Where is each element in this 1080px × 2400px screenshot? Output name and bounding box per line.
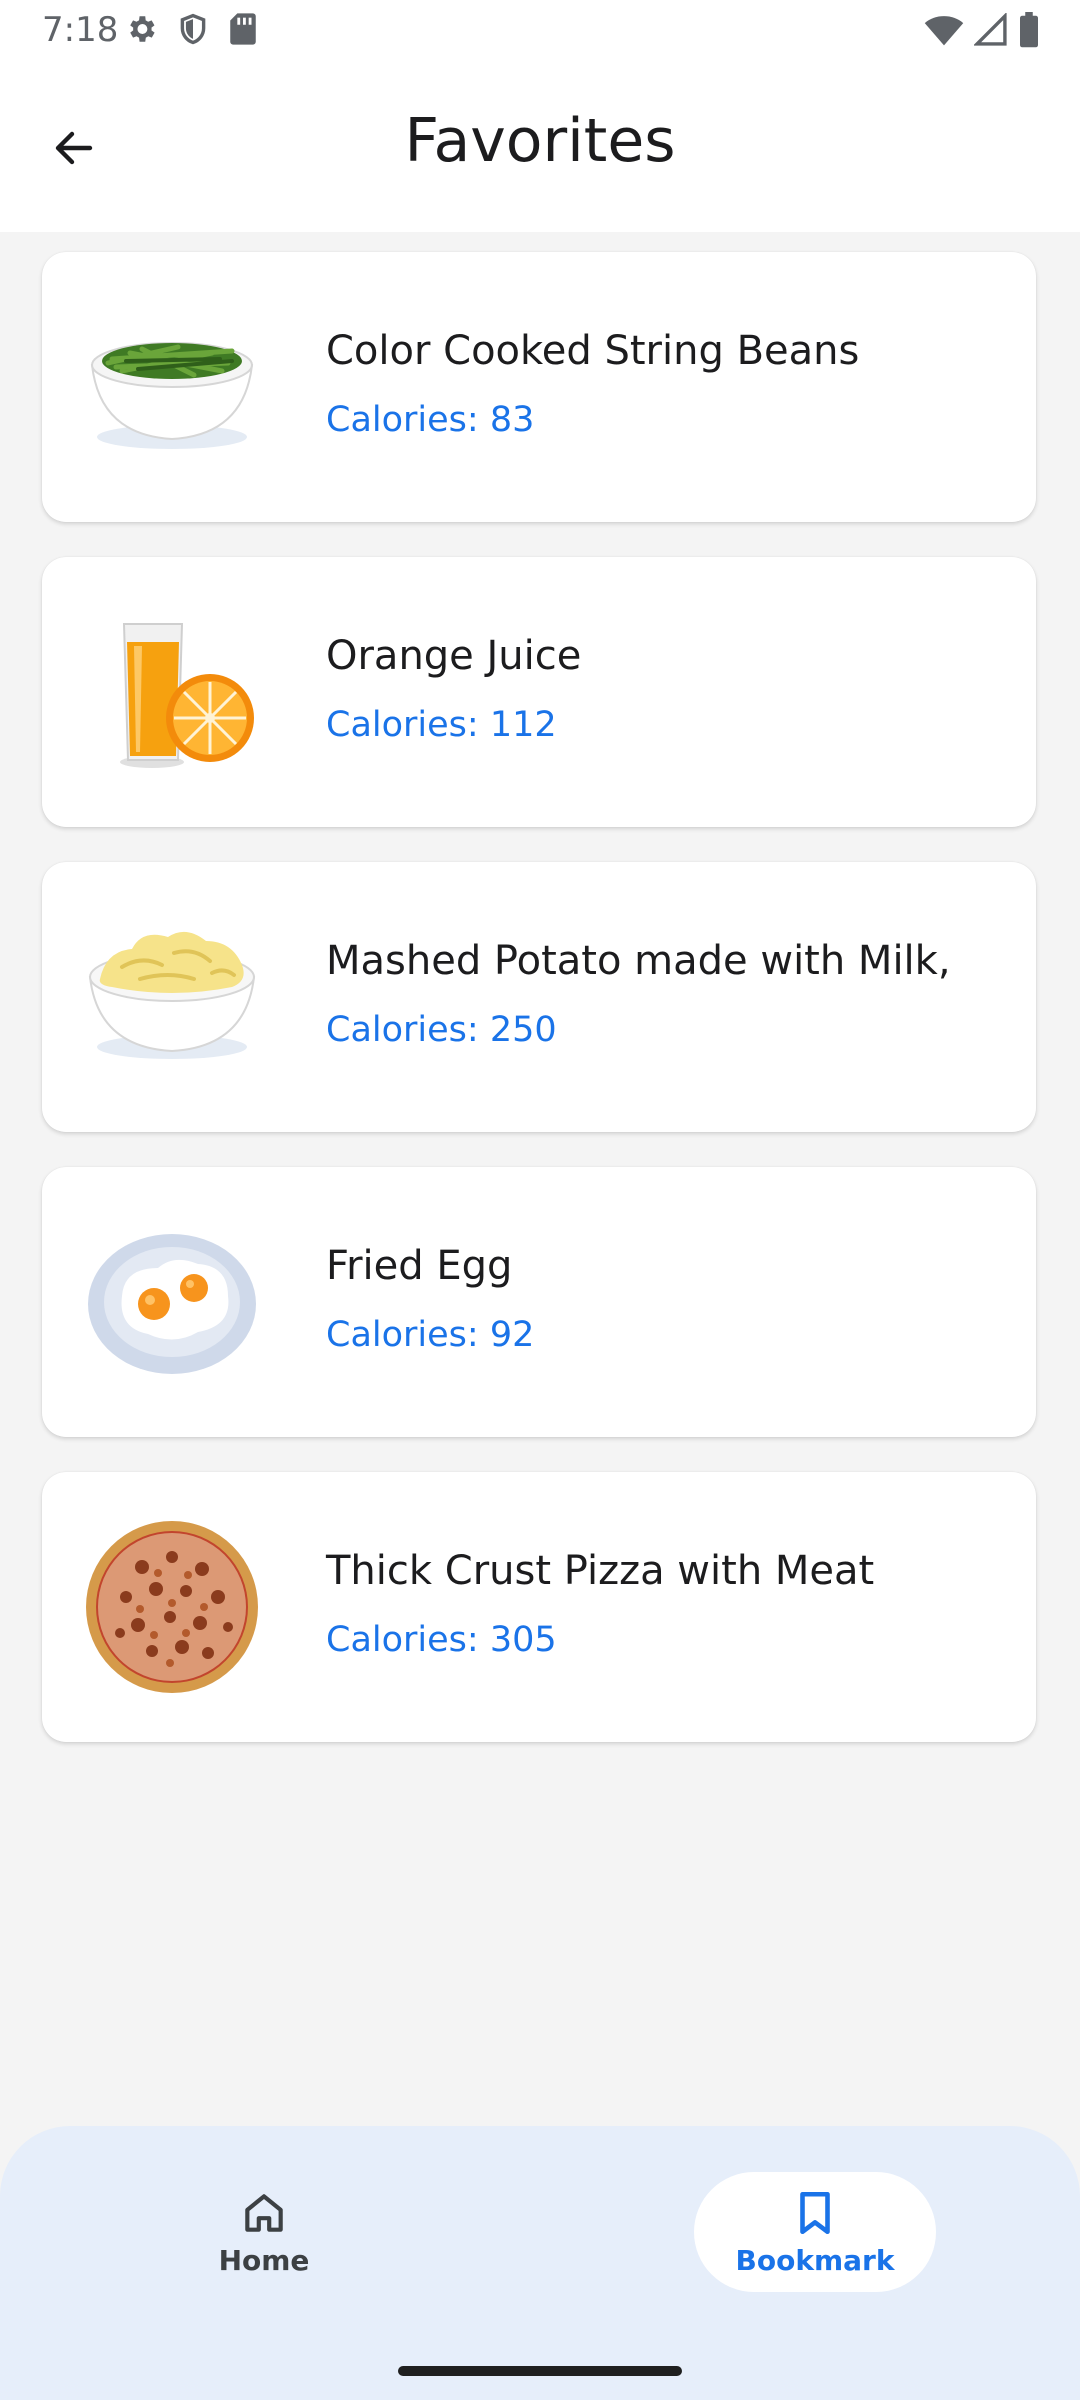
food-name: Color Cooked String Beans [326,328,860,374]
favorite-card[interactable]: Mashed Potato made with Milk, Calories: … [42,862,1036,1132]
nav-home[interactable]: Home [164,2172,364,2292]
favorite-card[interactable]: Thick Crust Pizza with Meat Calories: 30… [42,1472,1036,1742]
food-calories: Calories: 83 [326,400,535,440]
bookmark-icon [800,2191,830,2234]
sd-card-icon [228,12,258,50]
food-name: Fried Egg [326,1243,513,1289]
status-time: 7:18 [42,10,119,50]
wifi-icon [924,13,964,51]
favorites-screen: 7:18 Favorites Color Cooked String Beans… [0,0,1080,2400]
settings-icon [124,12,158,50]
food-calories: Calories: 92 [326,1315,535,1355]
battery-icon [1018,12,1040,52]
orange-juice-image [120,623,254,768]
string-beans-image [90,342,254,449]
food-name: Thick Crust Pizza with Meat [326,1548,875,1594]
page-title: Favorites [404,106,676,176]
nav-bookmark[interactable]: Bookmark [694,2172,936,2292]
food-calories: Calories: 112 [326,705,557,745]
food-name: Orange Juice [326,633,582,679]
nav-home-label: Home [218,2243,310,2277]
status-icons-left [124,12,258,50]
favorite-card[interactable]: Orange Juice Calories: 112 [42,557,1036,827]
fried-egg-image [88,1234,256,1374]
status-icons-right [924,11,1040,52]
favorites-list: Color Cooked String Beans Calories: 83 O… [42,252,1038,1777]
cell-signal-icon [972,11,1008,51]
mashed-potato-image [88,931,256,1059]
favorite-card[interactable]: Color Cooked String Beans Calories: 83 [42,252,1036,522]
meat-pizza-image [86,1521,258,1693]
gesture-home-indicator[interactable] [398,2366,682,2376]
nav-bookmark-label: Bookmark [735,2243,895,2277]
food-calories: Calories: 305 [326,1620,557,1660]
favorite-card[interactable]: Fried Egg Calories: 92 [42,1167,1036,1437]
home-icon [245,2193,283,2232]
food-calories: Calories: 250 [326,1010,557,1050]
bottom-navigation: Home Bookmark [0,2126,1080,2400]
shield-icon [176,12,210,50]
food-name: Mashed Potato made with Milk, [326,938,951,984]
app-bar: Favorites [0,62,1080,232]
status-bar: 7:18 [0,0,1080,62]
